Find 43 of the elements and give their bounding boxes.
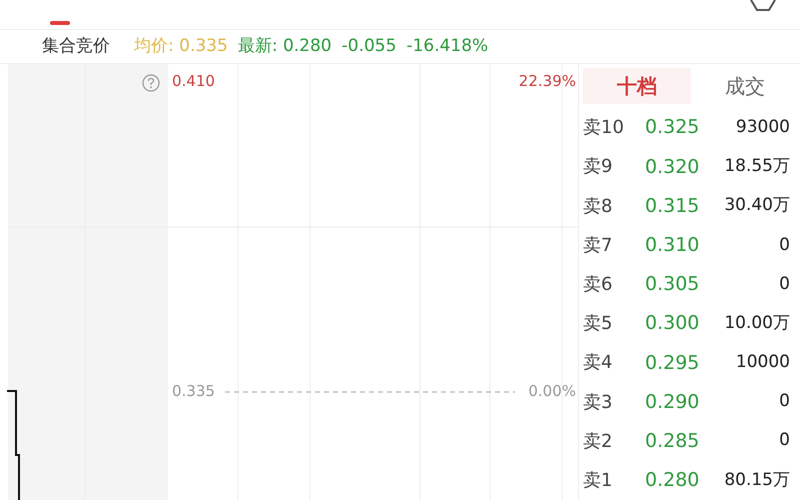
level-label: 卖3 xyxy=(583,390,614,415)
level-label: 卖6 xyxy=(583,272,614,297)
ask-price: 0.305 xyxy=(645,272,700,298)
top-price-label: 0.410 xyxy=(172,71,215,92)
price-change: -0.055 xyxy=(342,34,396,58)
tab-indicator[interactable] xyxy=(50,21,70,25)
percent-change: -16.418% xyxy=(406,34,488,58)
ask-price: 0.280 xyxy=(645,468,700,494)
base-percent-label: 0.00% xyxy=(528,381,576,402)
level-label: 卖5 xyxy=(583,312,614,336)
level-label: 卖10 xyxy=(583,116,625,140)
order-book-tab[interactable]: 成交 xyxy=(691,68,799,104)
ask-price: 0.285 xyxy=(645,428,700,454)
ask-volume: 0 xyxy=(778,272,791,296)
ask-volume: 0 xyxy=(778,390,791,414)
help-icon[interactable] xyxy=(142,74,160,92)
level-label: 卖4 xyxy=(583,351,614,376)
ask-price: 0.315 xyxy=(645,194,700,219)
top-percent-label: 22.39% xyxy=(518,71,576,92)
latest-price: 最新: 0.280 xyxy=(238,34,332,58)
ask-price: 0.290 xyxy=(645,390,700,415)
level-label: 卖2 xyxy=(583,430,614,454)
level-label: 卖7 xyxy=(583,234,614,258)
ask-price: 0.295 xyxy=(645,350,700,376)
average-price: 均价: 0.335 xyxy=(134,34,228,58)
ask-volume: 93000 xyxy=(734,116,791,139)
ask-volume: 30.40万 xyxy=(723,194,791,218)
ask-price: 0.325 xyxy=(645,115,700,140)
auction-label: 集合竞价 xyxy=(42,34,110,58)
ask-price: 0.320 xyxy=(645,154,700,180)
ask-volume: 0 xyxy=(778,234,791,257)
ask-volume: 18.55万 xyxy=(723,155,791,178)
level-label: 卖9 xyxy=(583,155,614,180)
ask-volume: 10000 xyxy=(734,351,791,374)
level-label: 卖8 xyxy=(583,194,614,219)
base-price-label: 0.335 xyxy=(172,381,215,402)
ask-price: 0.300 xyxy=(645,311,700,336)
order-book-tab[interactable]: 十档 xyxy=(583,68,691,104)
ask-volume: 0 xyxy=(778,429,791,452)
ask-volume: 80.15万 xyxy=(723,468,791,492)
ask-volume: 10.00万 xyxy=(723,312,791,335)
level-label: 卖1 xyxy=(583,468,614,493)
ask-price: 0.310 xyxy=(645,233,700,258)
